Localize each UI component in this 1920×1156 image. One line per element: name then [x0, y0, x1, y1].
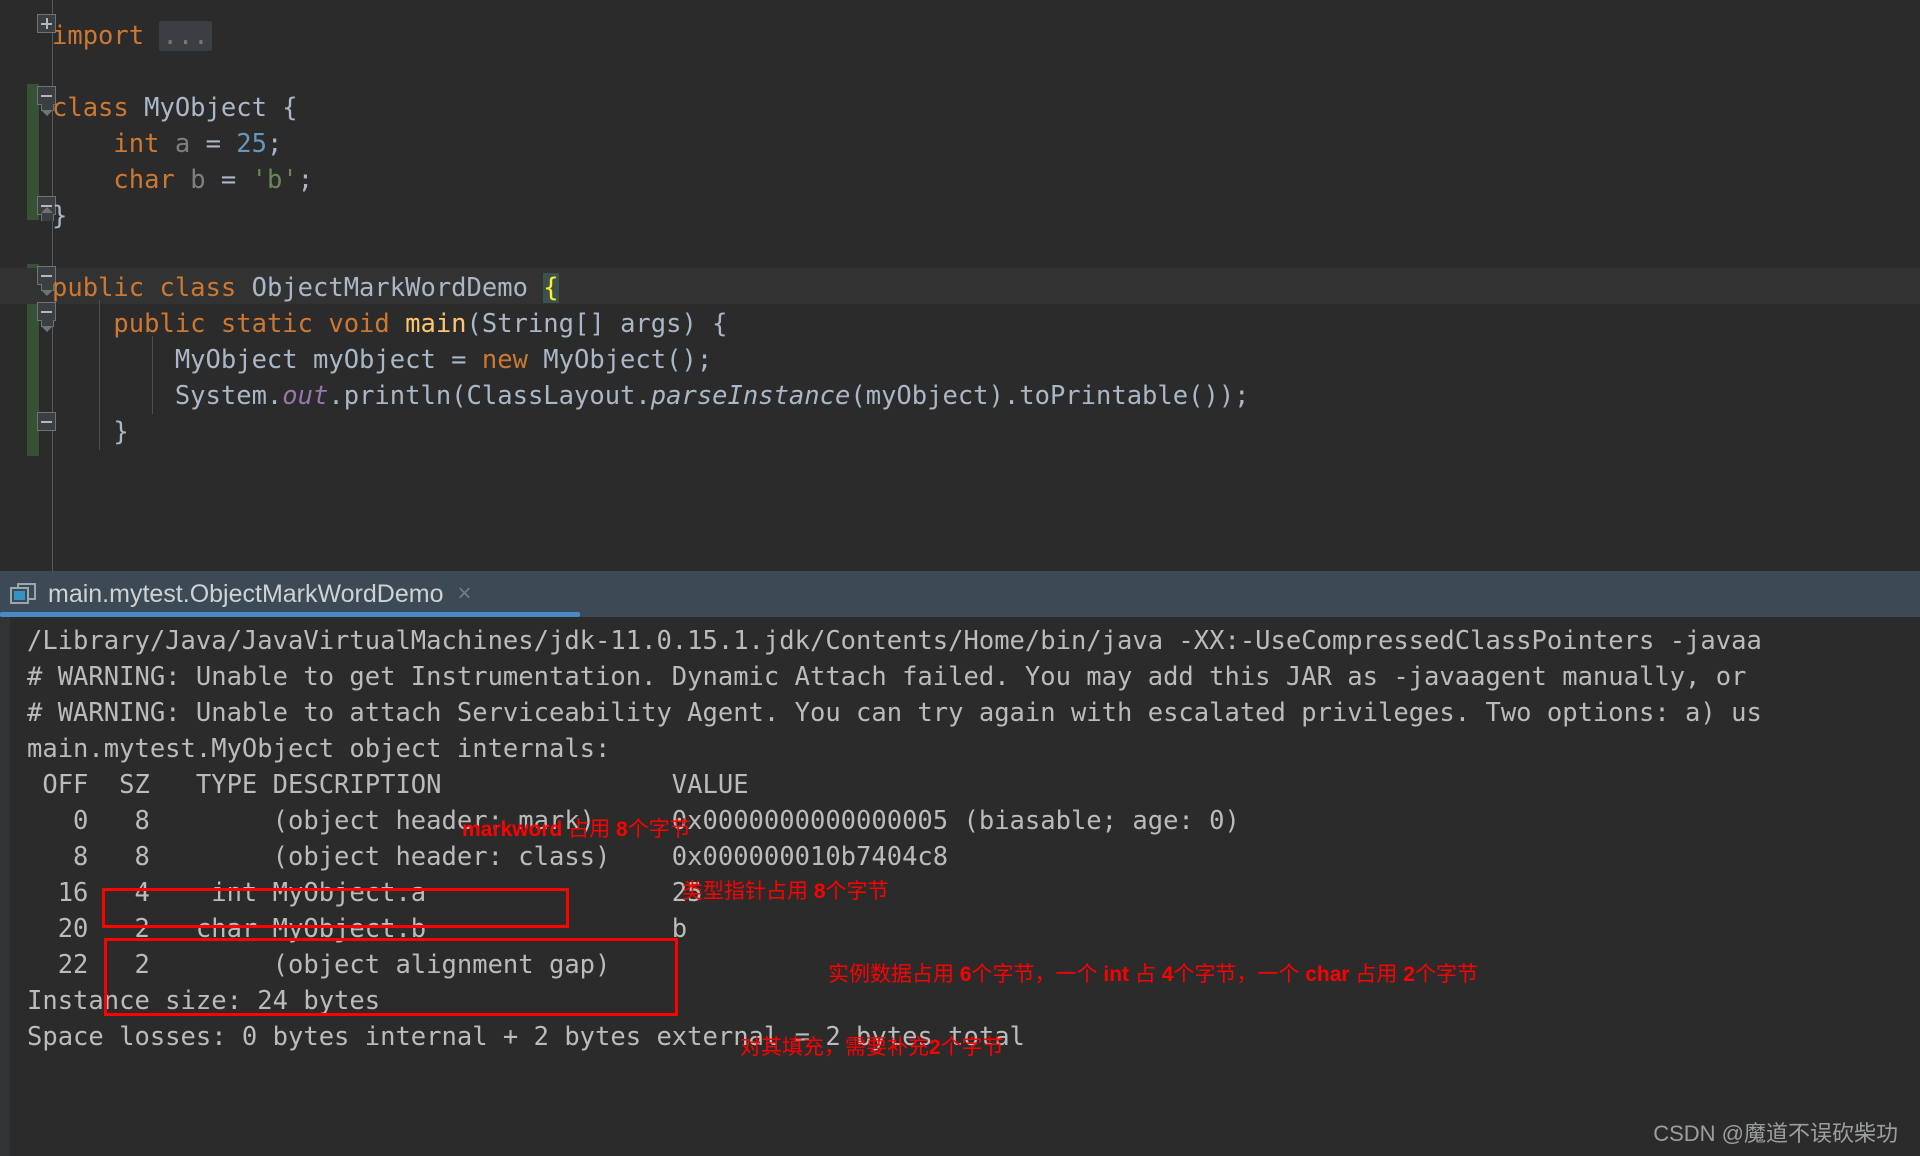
tab-label: main.mytest.ObjectMarkWordDemo: [48, 579, 444, 608]
ide-window: import ... class MyObject { int a = 25; …: [0, 0, 1920, 1156]
code-line-new-myobject: MyObject myObject = new MyObject();: [52, 345, 713, 375]
tab-run-objectmarkworddemo[interactable]: main.mytest.ObjectMarkWordDemo ×: [0, 571, 580, 617]
code-line-class-myobject: class MyObject {: [52, 93, 298, 123]
code-line-main-close: }: [52, 417, 129, 447]
red-box-class-header: [102, 888, 569, 928]
code-line-field-a: int a = 25;: [113, 129, 283, 159]
console-left-gutter: [0, 617, 10, 1156]
run-configuration-icon: [10, 582, 36, 606]
console-output-pane[interactable]: /Library/Java/JavaVirtualMachines/jdk-11…: [0, 617, 1920, 1156]
annotation-instance-data: 实例数据占用 6个字节，一个 int 占 4个字节，一个 char 占用 2个字…: [828, 963, 1478, 986]
code-line-field-b: char b = 'b';: [113, 165, 314, 195]
run-tool-window-tabbar: main.mytest.ObjectMarkWordDemo ×: [0, 571, 1920, 617]
console-line: 8 8 (object header: class) 0x000000010b7…: [27, 842, 949, 872]
console-line: main.mytest.MyObject object internals:: [27, 734, 611, 764]
console-line: # WARNING: Unable to get Instrumentation…: [27, 662, 1747, 692]
close-icon[interactable]: ×: [457, 582, 471, 606]
annotation-classptr: 类型指针占用 8个字节: [682, 880, 889, 903]
code-line-import: import ...: [52, 18, 212, 54]
code-line-class-myobject-close: }: [52, 201, 68, 231]
red-box-instance-fields: [104, 938, 678, 1016]
csdn-watermark: CSDN @魔道不误砍柴功: [1653, 1121, 1898, 1146]
code-line-println: System.out.println(ClassLayout.parseInst…: [52, 381, 1250, 411]
code-line-class-demo: public class ObjectMarkWordDemo {: [52, 273, 559, 303]
console-line: # WARNING: Unable to attach Serviceabili…: [27, 698, 1762, 728]
annotation-markword: markword 占用 8个字节: [462, 818, 691, 841]
code-editor-pane[interactable]: import ... class MyObject { int a = 25; …: [0, 0, 1920, 571]
annotation-alignment: 对其填充，需要补充2个字节: [740, 1036, 1004, 1059]
console-line: /Library/Java/JavaVirtualMachines/jdk-11…: [27, 626, 1762, 656]
code-line-main-signature: public static void main(String[] args) {: [113, 309, 728, 339]
console-line: OFF SZ TYPE DESCRIPTION VALUE: [27, 770, 749, 800]
